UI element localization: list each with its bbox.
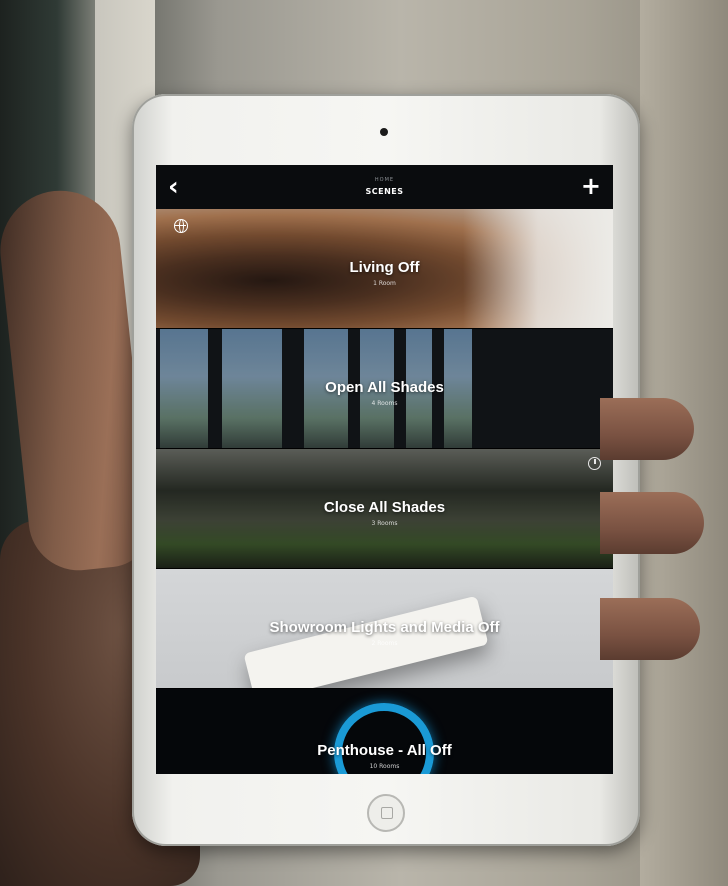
scene-card-living-off[interactable]: Living Off 1 Room: [156, 209, 613, 329]
globe-icon: [174, 219, 188, 233]
scene-name: Penthouse - All Off: [317, 742, 452, 759]
hand-finger: [600, 492, 704, 554]
hand-finger: [600, 398, 694, 460]
scene-name: Open All Shades: [325, 379, 444, 396]
hand-finger: [600, 598, 700, 660]
scene-room-count: 10 Rooms: [369, 763, 400, 770]
scene-room-count: 2 Rooms: [371, 640, 398, 647]
scene-room-count: 3 Rooms: [371, 520, 398, 527]
app-screen: ‹ HOME SCENES + Living Off 1 Room Open A…: [156, 165, 613, 774]
scene-name: Close All Shades: [323, 499, 446, 516]
scene-card-penthouse-all-off[interactable]: Penthouse - All Off 10 Rooms: [156, 689, 613, 774]
nav-supertitle: HOME: [374, 177, 395, 183]
scene-card-open-all-shades[interactable]: Open All Shades 4 Rooms: [156, 329, 613, 449]
scene-name: Living Off: [349, 259, 420, 276]
scene-room-count: 4 Rooms: [371, 400, 398, 407]
home-button[interactable]: [367, 794, 405, 832]
front-camera: [380, 128, 388, 136]
scene-name: Showroom Lights and Media Off: [269, 619, 500, 636]
scene-card-showroom-lights-and-media-off[interactable]: Showroom Lights and Media Off 2 Rooms: [156, 569, 613, 689]
page-title: SCENES: [365, 187, 404, 196]
scene-card-close-all-shades[interactable]: Close All Shades 3 Rooms: [156, 449, 613, 569]
plus-icon[interactable]: +: [581, 172, 601, 200]
navigation-bar: ‹ HOME SCENES +: [156, 165, 613, 209]
scene-room-count: 1 Room: [373, 280, 396, 287]
